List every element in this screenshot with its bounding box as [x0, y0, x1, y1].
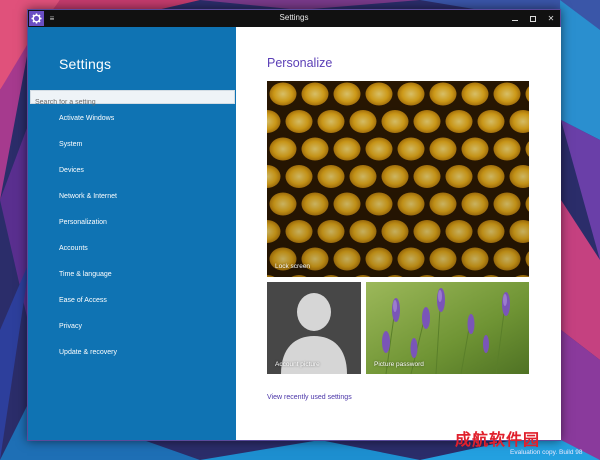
picture-password-label: Picture password	[374, 361, 424, 368]
window-title: Settings	[279, 13, 309, 22]
sidebar-item-system[interactable]: System	[28, 136, 236, 162]
sidebar-item-update-recovery[interactable]: Update & recovery	[28, 344, 236, 370]
page-title: Personalize	[267, 56, 333, 70]
sidebar-nav: Activate Windows System Devices Network …	[28, 110, 236, 370]
settings-window: ≡ Settings ✕ Settings Activate Windows S…	[27, 9, 561, 441]
search-box[interactable]	[30, 90, 235, 109]
close-button[interactable]: ✕	[542, 10, 560, 27]
content-pane: Personalize Lock screen Account picture …	[236, 27, 561, 440]
recently-used-settings-link[interactable]: View recently used settings	[267, 394, 352, 401]
sidebar-title: Settings	[59, 56, 112, 72]
account-picture-label: Account picture	[275, 361, 320, 368]
minimize-button[interactable]	[506, 10, 524, 27]
sidebar-item-time-language[interactable]: Time & language	[28, 266, 236, 292]
close-icon: ✕	[547, 14, 555, 23]
sidebar-item-accounts[interactable]: Accounts	[28, 240, 236, 266]
watermark-logo: 成航软件园	[455, 430, 541, 449]
sidebar-item-devices[interactable]: Devices	[28, 162, 236, 188]
sidebar: Settings Activate Windows System Devices…	[28, 27, 236, 440]
title-bar[interactable]: ≡ Settings ✕	[28, 10, 560, 27]
honeycomb-image	[267, 81, 529, 277]
sidebar-item-network[interactable]: Network & Internet	[28, 188, 236, 214]
sidebar-item-privacy[interactable]: Privacy	[28, 318, 236, 344]
lock-screen-tile[interactable]: Lock screen	[267, 81, 529, 277]
sidebar-item-personalization[interactable]: Personalization	[28, 214, 236, 240]
account-picture-tile[interactable]: Account picture	[267, 282, 361, 374]
lock-screen-label: Lock screen	[275, 263, 311, 270]
maximize-icon	[530, 15, 536, 22]
picture-password-tile[interactable]: Picture password	[366, 282, 529, 374]
evaluation-notice: Evaluation copy. Build 98	[510, 449, 583, 456]
maximize-button[interactable]	[524, 10, 542, 27]
sidebar-item-activate-windows[interactable]: Activate Windows	[28, 110, 236, 136]
search-input[interactable]	[31, 96, 234, 109]
sidebar-item-ease-of-access[interactable]: Ease of Access	[28, 292, 236, 318]
minimize-icon	[512, 19, 518, 21]
